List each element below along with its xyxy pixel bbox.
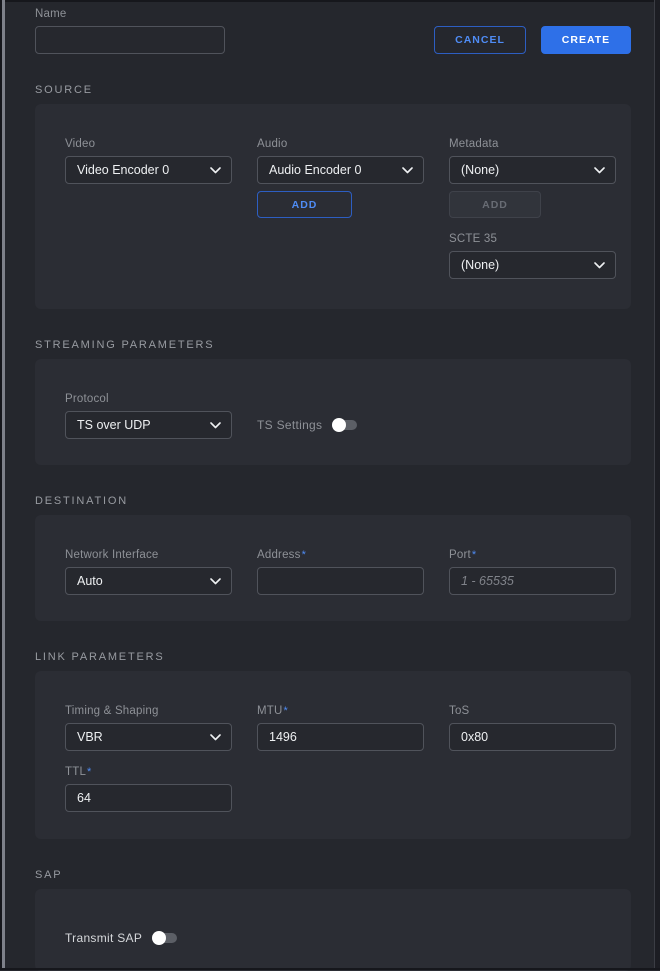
video-select[interactable]: Video Encoder 0 [65,156,232,184]
ttl-input[interactable] [65,784,232,812]
address-label: Address* [257,549,424,561]
mtu-input[interactable] [257,723,424,751]
required-asterisk: * [87,766,91,778]
ts-settings-label: TS Settings [257,418,322,432]
metadata-select[interactable]: (None) [449,156,616,184]
tos-field-group: ToS [449,705,616,751]
timing-shaping-label: Timing & Shaping [65,705,232,717]
metadata-label: Metadata [449,138,616,150]
add-audio-button[interactable]: ADD [257,191,352,218]
chevron-down-icon [210,422,221,429]
chevron-down-icon [402,167,413,174]
audio-select-value: Audio Encoder 0 [269,163,361,177]
required-asterisk: * [472,549,476,561]
destination-panel: Network Interface Auto Address* Port* [35,515,631,621]
timing-shaping-select-value: VBR [77,730,103,744]
add-metadata-button-disabled: ADD [449,191,541,218]
link-parameters-panel: Timing & Shaping VBR MTU* ToS [35,671,631,839]
name-label: Name [35,8,225,20]
name-input[interactable] [35,26,225,54]
toggle-knob [152,931,166,945]
network-interface-select-value: Auto [77,574,103,588]
scte35-label: SCTE 35 [449,233,616,245]
section-streaming-parameters: STREAMING PARAMETERS Protocol TS over UD… [35,339,631,465]
section-title-streaming: STREAMING PARAMETERS [35,339,631,351]
window-edge-top [0,0,660,2]
right-scrollbar-track [654,0,660,970]
section-title-link: LINK PARAMETERS [35,651,631,663]
mtu-label: MTU* [257,705,424,717]
transmit-sap-label: Transmit SAP [65,931,142,945]
scte35-select-value: (None) [461,258,499,272]
ts-settings-toggle[interactable] [334,420,357,430]
required-asterisk: * [284,705,288,717]
address-field-group: Address* [257,549,424,595]
chevron-down-icon [210,167,221,174]
required-asterisk: * [302,549,306,561]
metadata-field-group: Metadata (None) ADD SCTE 35 (None) [449,138,616,279]
port-label: Port* [449,549,616,561]
audio-select[interactable]: Audio Encoder 0 [257,156,424,184]
form-header-row: Name CANCEL CREATE [35,8,631,54]
section-source: SOURCE Video Video Encoder 0 Audio Audio… [35,84,631,309]
video-label: Video [65,138,232,150]
audio-label: Audio [257,138,424,150]
timing-shaping-field-group: Timing & Shaping VBR [65,705,232,751]
port-input[interactable] [449,567,616,595]
cancel-button[interactable]: CANCEL [434,26,526,54]
section-sap: SAP Transmit SAP [35,869,631,971]
scte35-select[interactable]: (None) [449,251,616,279]
chevron-down-icon [210,734,221,741]
metadata-select-value: (None) [461,163,499,177]
protocol-select[interactable]: TS over UDP [65,411,232,439]
streaming-panel: Protocol TS over UDP TS Settings [35,359,631,465]
mtu-field-group: MTU* [257,705,424,751]
timing-shaping-select[interactable]: VBR [65,723,232,751]
network-interface-label: Network Interface [65,549,232,561]
video-select-value: Video Encoder 0 [77,163,169,177]
address-input[interactable] [257,567,424,595]
ttl-field-group: TTL* [65,766,232,812]
scte35-field-group: SCTE 35 (None) [449,233,616,279]
ttl-label: TTL* [65,766,232,778]
chevron-down-icon [210,578,221,585]
port-field-group: Port* [449,549,616,595]
form-actions: CANCEL CREATE [434,26,631,54]
audio-field-group: Audio Audio Encoder 0 ADD [257,138,424,218]
chevron-down-icon [594,262,605,269]
section-link-parameters: LINK PARAMETERS Timing & Shaping VBR MTU… [35,651,631,839]
network-interface-select[interactable]: Auto [65,567,232,595]
section-destination: DESTINATION Network Interface Auto Addre… [35,495,631,621]
video-field-group: Video Video Encoder 0 [65,138,232,184]
ts-settings-row: TS Settings [257,418,424,432]
sap-panel: Transmit SAP [35,889,631,971]
left-scrollbar [2,0,5,970]
source-panel: Video Video Encoder 0 Audio Audio Encode… [35,104,631,309]
tos-input[interactable] [449,723,616,751]
chevron-down-icon [594,167,605,174]
section-title-source: SOURCE [35,84,631,96]
protocol-field-group: Protocol TS over UDP [65,393,232,439]
create-output-form: Name CANCEL CREATE SOURCE Video Video En… [6,6,652,971]
toggle-knob [332,418,346,432]
create-button[interactable]: CREATE [541,26,631,54]
name-field-group: Name [35,8,225,54]
network-interface-field-group: Network Interface Auto [65,549,232,595]
protocol-label: Protocol [65,393,232,405]
tos-label: ToS [449,705,616,717]
section-title-sap: SAP [35,869,631,881]
transmit-sap-toggle[interactable] [154,933,177,943]
transmit-sap-row: Transmit SAP [65,931,617,945]
protocol-select-value: TS over UDP [77,418,151,432]
section-title-destination: DESTINATION [35,495,631,507]
